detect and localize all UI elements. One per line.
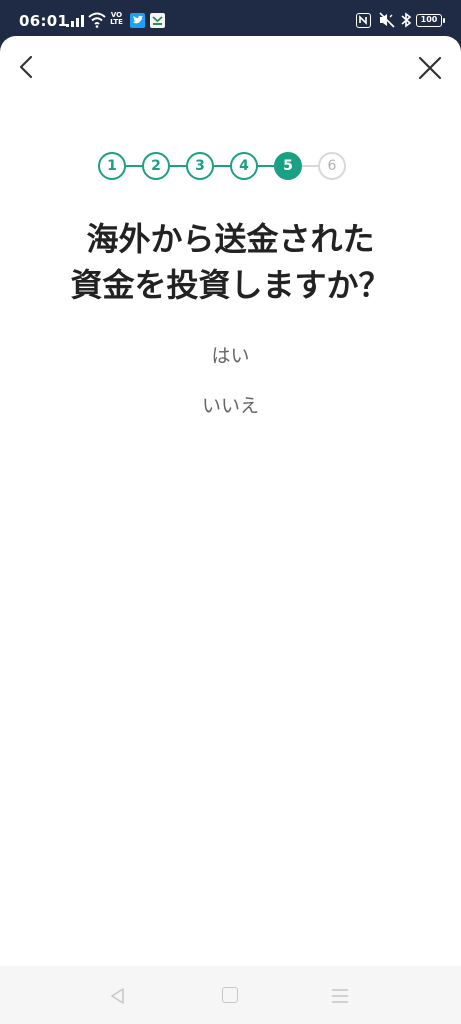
progress-stepper: 1 2 3 4 5 6 <box>98 152 348 182</box>
chevron-left-icon[interactable] <box>12 52 42 82</box>
step-connector <box>214 165 230 167</box>
no-option-button[interactable]: いいえ <box>130 386 331 426</box>
twitter-icon <box>130 13 145 28</box>
nav-back-icon[interactable] <box>108 986 128 1006</box>
battery-level: 100 <box>420 15 438 24</box>
nav-home-icon[interactable] <box>222 987 238 1003</box>
nfc-icon <box>356 13 371 28</box>
question-title: 海外から送金された 資金を投資しますか？ <box>0 216 461 308</box>
status-bar: 06:01 VO LTE 100 <box>0 0 461 40</box>
step-connector <box>258 165 274 167</box>
app-notification-icon <box>150 13 165 28</box>
wifi-icon <box>88 12 106 28</box>
question-line-2: 資金を投資しますか？ <box>70 266 391 304</box>
mute-icon <box>379 12 395 28</box>
step-connector <box>170 165 186 167</box>
step-3: 3 <box>186 152 214 180</box>
status-time: 06:01 <box>19 12 69 30</box>
step-1: 1 <box>98 152 126 180</box>
step-2: 2 <box>142 152 170 180</box>
yes-option-button[interactable]: はい <box>130 336 331 376</box>
question-sheet: 1 2 3 4 5 6 海外から送金された 資金を投資しますか？ はい いいえ <box>0 36 461 1024</box>
nav-menu-icon[interactable] <box>331 988 349 1004</box>
system-nav-bar <box>0 966 461 1024</box>
question-line-1: 海外から送金された <box>86 220 375 258</box>
step-5-current: 5 <box>274 152 302 180</box>
step-connector <box>126 165 142 167</box>
volte-icon: VO LTE <box>110 11 123 26</box>
battery-icon: 100 <box>416 14 445 27</box>
bluetooth-icon <box>401 12 412 28</box>
step-6: 6 <box>318 152 346 180</box>
step-4: 4 <box>230 152 258 180</box>
step-connector <box>302 165 318 167</box>
signal-icon <box>66 15 84 27</box>
close-icon[interactable] <box>414 52 446 84</box>
